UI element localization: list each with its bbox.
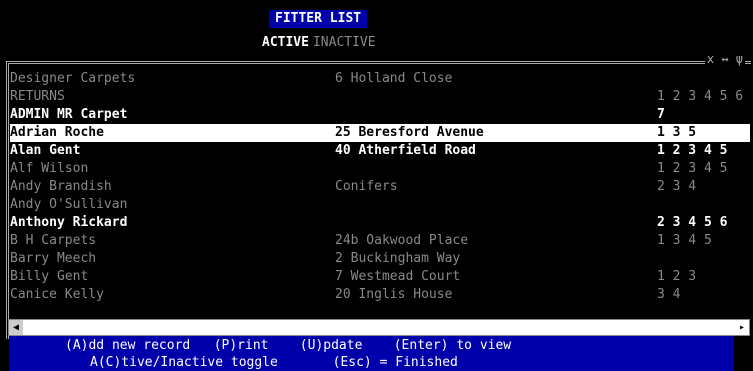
fitter-codes: 3 4: [657, 287, 681, 302]
horizontal-scrollbar[interactable]: ◀ ▸: [8, 319, 750, 336]
fitter-name: Alan Gent: [10, 143, 81, 158]
table-row[interactable]: Barry Meech 2 Buckingham Way: [10, 250, 750, 268]
status-tabs: ACTIVE INACTIVE: [262, 35, 376, 51]
tab-inactive[interactable]: INACTIVE: [313, 35, 376, 50]
table-row[interactable]: Alf Wilson 1 2 3 4 5: [10, 160, 750, 178]
fitter-address: 6 Holland Close: [335, 71, 453, 86]
fitter-address: 40 Atherfield Road: [335, 143, 476, 158]
fitter-name: B H Carpets: [10, 233, 97, 248]
fitter-name: Andy O'Sullivan: [10, 197, 128, 212]
table-row[interactable]: Anthony Rickard 2 3 4 5 6: [10, 214, 750, 232]
fitter-address: Conifers: [335, 179, 398, 194]
fitter-name: Anthony Rickard: [10, 215, 128, 230]
window-controls-icon[interactable]: x ↔ ψ: [704, 52, 745, 66]
fitter-name: Billy Gent: [10, 269, 89, 284]
fitter-name: Canice Kelly: [10, 287, 104, 302]
fitter-codes: 7: [657, 107, 665, 122]
command-line-1: (A)dd new record (P)rint (U)pdate (Enter…: [65, 338, 512, 353]
fitter-address: 20 Inglis House: [335, 287, 453, 302]
fitter-address: 24b Oakwood Place: [335, 233, 469, 248]
fitter-codes: 1 3 4 5: [657, 233, 712, 248]
fitter-codes: 2 3 4: [657, 179, 697, 194]
fitter-name: Designer Carpets: [10, 71, 136, 86]
table-row[interactable]: RETURNS 1 2 3 4 5 6: [10, 88, 750, 106]
fitter-codes: 1 2 3 4 5 6: [657, 89, 744, 104]
fitter-codes: 1 2 3 4 5: [657, 143, 728, 158]
table-row[interactable]: Andy Brandish Conifers 2 3 4: [10, 178, 750, 196]
fitter-codes: 2 3 4 5 6: [657, 215, 728, 230]
table-row[interactable]: Alan Gent 40 Atherfield Road 1 2 3 4 5: [10, 142, 750, 160]
fitter-name: ADMIN MR Carpet: [10, 107, 128, 122]
command-bar: (A)dd new record (P)rint (U)pdate (Enter…: [9, 336, 734, 371]
fitter-name: Adrian Roche: [10, 125, 104, 140]
scroll-right-icon[interactable]: ▸: [735, 320, 749, 335]
fitter-name: Alf Wilson: [10, 161, 89, 176]
command-line-2: A(C)tive/Inactive toggle (Esc) = Finishe…: [90, 355, 458, 370]
scroll-left-icon[interactable]: ◀: [9, 320, 23, 335]
table-row[interactable]: Billy Gent 7 Westmead Court 1 2 3: [10, 268, 750, 286]
table-row[interactable]: B H Carpets 24b Oakwood Place 1 3 4 5: [10, 232, 750, 250]
fitter-name: Barry Meech: [10, 251, 97, 266]
fitter-codes: 1 2 3: [657, 269, 697, 284]
table-row[interactable]: Designer Carpets 6 Holland Close: [10, 70, 750, 88]
table-row[interactable]: Andy O'Sullivan: [10, 196, 750, 214]
fitter-codes: 1 2 3 4 5: [657, 161, 728, 176]
table-row[interactable]: ADMIN MR Carpet 7: [10, 106, 750, 124]
fitter-address: 7 Westmead Court: [335, 269, 461, 284]
tab-active[interactable]: ACTIVE: [262, 35, 309, 50]
table-row[interactable]: Canice Kelly 20 Inglis House 3 4: [10, 286, 750, 304]
fitter-list: Designer Carpets 6 Holland Close RETURNS 1 …: [10, 70, 750, 304]
screen-title: FITTER LIST: [269, 10, 368, 28]
fitter-address: 25 Beresford Avenue: [335, 125, 484, 140]
table-row[interactable]: Adrian Roche 25 Beresford Avenue 1 3 5: [10, 124, 750, 142]
fitter-name: RETURNS: [10, 89, 65, 104]
fitter-codes: 1 3 5: [657, 125, 697, 140]
fitter-address: 2 Buckingham Way: [335, 251, 461, 266]
fitter-name: Andy Brandish: [10, 179, 112, 194]
